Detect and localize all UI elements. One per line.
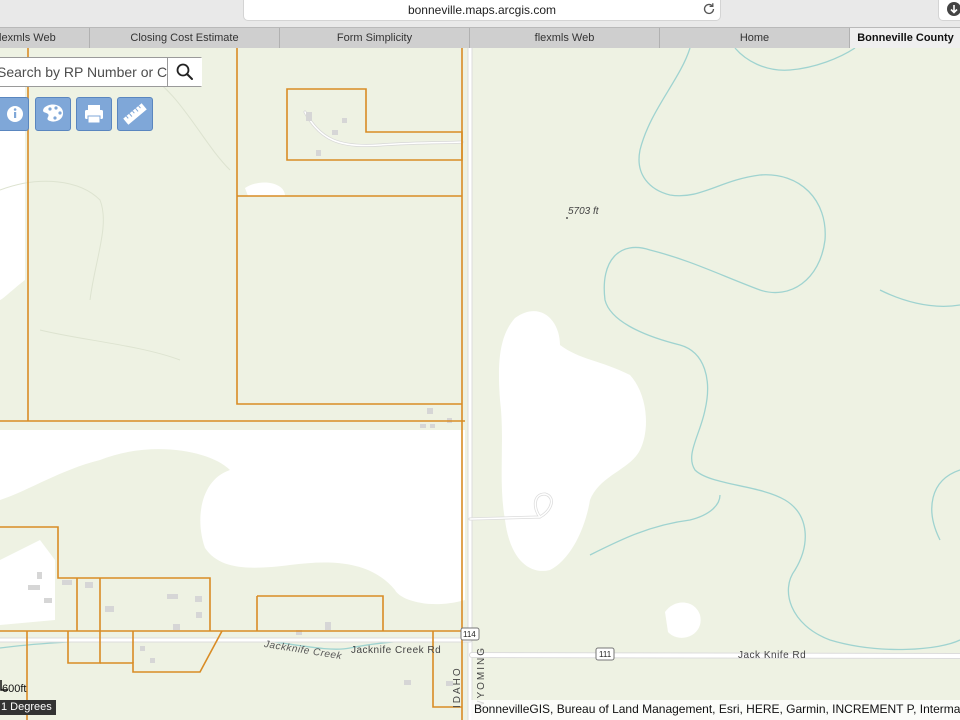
address-bar[interactable]: bonneville.maps.arcgis.com <box>243 0 721 21</box>
coordinate-format-badge[interactable]: 1 Degrees <box>0 700 56 715</box>
route-shield-114-label: 114 <box>463 630 476 639</box>
basemap-gallery-icon <box>43 104 64 122</box>
url-text: bonneville.maps.arcgis.com <box>407 3 557 17</box>
measure-icon <box>123 103 147 125</box>
search-button[interactable] <box>167 58 202 86</box>
basemap-gallery-button[interactable] <box>35 97 71 131</box>
road-label-jacknife-creek: Jacknife Creek Rd <box>351 645 442 656</box>
search-input[interactable] <box>0 58 169 86</box>
tab-closing-cost[interactable]: Closing Cost Estimate <box>90 28 280 48</box>
downloads-button[interactable] <box>938 0 960 21</box>
map-view[interactable] <box>0 48 960 720</box>
measure-button[interactable] <box>117 97 153 131</box>
tab-flexmls-2[interactable]: flexmls Web <box>470 28 660 48</box>
reload-icon[interactable] <box>702 2 716 16</box>
tab-flexmls-1[interactable]: flexmls Web <box>0 28 90 48</box>
elevation-label: 5703 ft <box>568 206 599 217</box>
map-attribution: BonnevilleGIS, Bureau of Land Management… <box>470 700 960 720</box>
search-icon <box>176 63 193 80</box>
print-icon <box>85 105 103 124</box>
road-label-jack-knife: Jack Knife Rd <box>738 650 807 661</box>
tab-bonneville-county[interactable]: Bonneville County <box>850 28 960 48</box>
state-label-idaho: IDAHO <box>452 666 463 708</box>
tab-form-simplicity[interactable]: Form Simplicity <box>280 28 470 48</box>
scale-label: 600ft <box>2 683 27 695</box>
download-icon <box>947 2 960 16</box>
print-button[interactable] <box>76 97 112 131</box>
basemap <box>0 48 960 720</box>
route-shield-111-label: 111 <box>599 650 612 659</box>
parcel-search <box>0 57 202 87</box>
tab-home[interactable]: Home <box>660 28 850 48</box>
tab-bar: flexmls Web Closing Cost Estimate Form S… <box>0 27 960 49</box>
info-icon <box>7 106 23 122</box>
info-button[interactable] <box>0 97 29 131</box>
